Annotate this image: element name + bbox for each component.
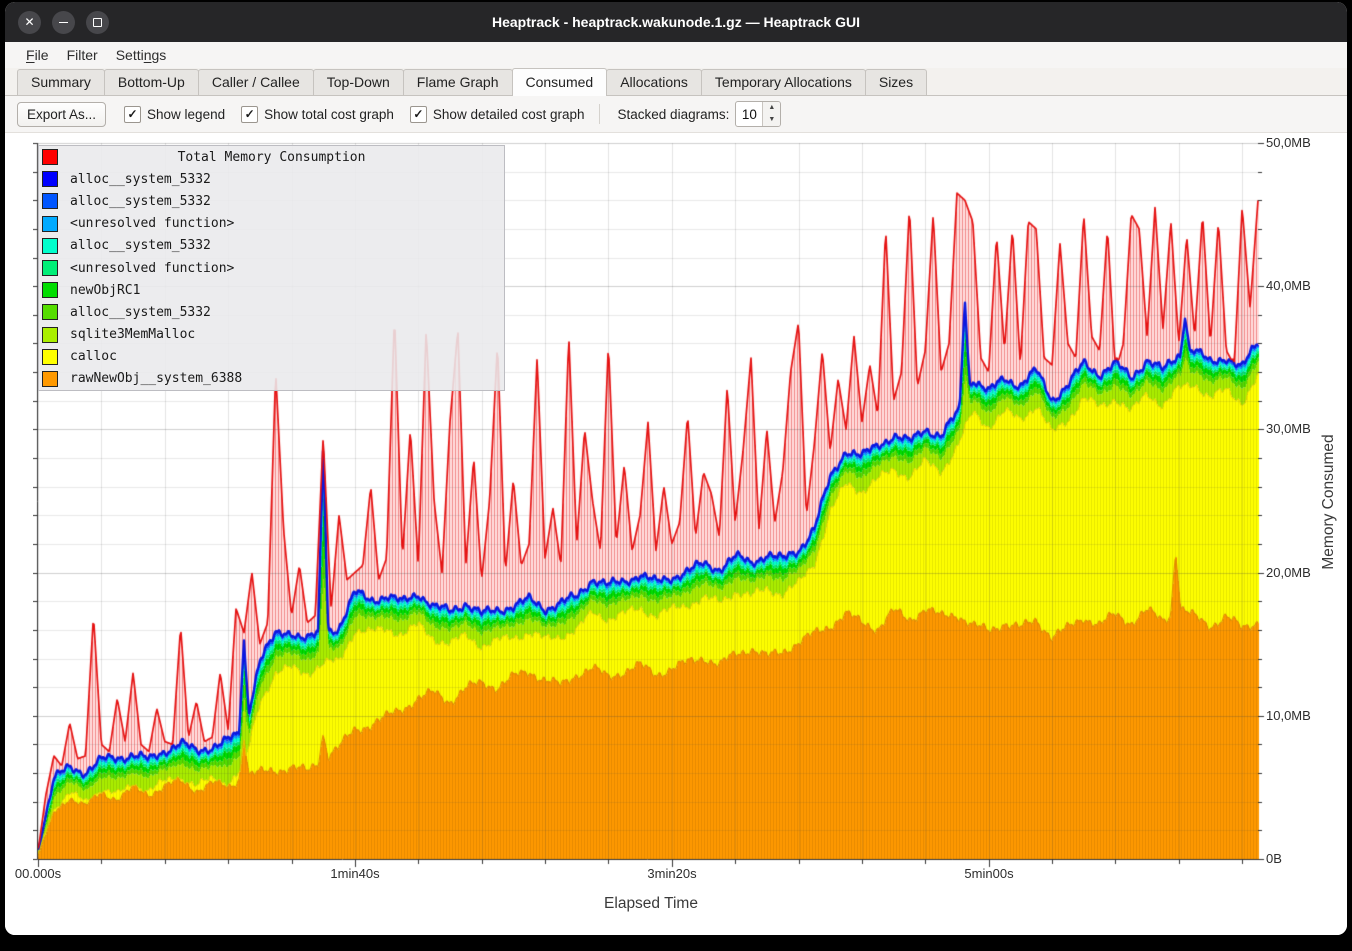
close-icon: ✕: [24, 15, 34, 29]
spin-down-icon[interactable]: ▼: [763, 114, 780, 126]
y-axis-tick-label: 40,0MB: [1266, 278, 1311, 293]
maximize-button[interactable]: [86, 11, 109, 34]
x-axis-tick-label: 1min40s: [330, 866, 379, 881]
y-axis-title: Memory Consumed: [1320, 434, 1338, 569]
title-bar[interactable]: ✕ Heaptrack - heaptrack.wakunode.1.gz — …: [5, 2, 1347, 42]
tab-caller-callee[interactable]: Caller / Callee: [198, 69, 314, 95]
show-detailed-cost-graph-checkbox[interactable]: ✓ Show detailed cost graph: [410, 106, 585, 123]
show-legend-checkbox[interactable]: ✓ Show legend: [124, 106, 225, 123]
screen: ✕ Heaptrack - heaptrack.wakunode.1.gz — …: [0, 0, 1352, 951]
legend-label: alloc__system_5332: [70, 305, 211, 320]
tab-top-down[interactable]: Top-Down: [313, 69, 404, 95]
toolbar: Export As... ✓ Show legend ✓ Show total …: [5, 96, 1347, 133]
legend-item: <unresolved function>: [39, 257, 504, 279]
checkbox-check-icon: ✓: [410, 106, 427, 123]
legend-label: sqlite3MemMalloc: [70, 327, 195, 342]
legend-label: <unresolved function>: [70, 261, 234, 276]
legend-swatch: [42, 282, 58, 298]
legend-item: <unresolved function>: [39, 213, 504, 235]
export-as-button[interactable]: Export As...: [17, 102, 106, 127]
legend-swatch: [42, 171, 58, 187]
legend-label: alloc__system_5332: [70, 194, 211, 209]
tab-summary[interactable]: Summary: [17, 69, 105, 95]
checkbox-check-icon: ✓: [241, 106, 258, 123]
legend-item: alloc__system_5332: [39, 235, 504, 257]
legend-title: Total Memory Consumption: [39, 150, 504, 165]
tab-flame-graph[interactable]: Flame Graph: [403, 69, 513, 95]
tab-allocations[interactable]: Allocations: [606, 69, 702, 95]
legend-item: alloc__system_5332: [39, 168, 504, 190]
tab-bar: Summary Bottom-Up Caller / Callee Top-Do…: [5, 68, 1347, 96]
tab-consumed[interactable]: Consumed: [512, 68, 608, 96]
legend-label: calloc: [70, 349, 117, 364]
legend-label: rawNewObj__system_6388: [70, 371, 242, 386]
y-axis-tick-label: 0B: [1266, 851, 1282, 866]
legend-swatch: [42, 216, 58, 232]
legend-item: sqlite3MemMalloc: [39, 324, 504, 346]
x-axis-title: Elapsed Time: [604, 895, 698, 913]
legend-item: rawNewObj__system_6388: [39, 368, 504, 390]
menu-filter[interactable]: Filter: [58, 44, 107, 66]
chart-legend: Total Memory Consumption alloc__system_5…: [38, 145, 505, 391]
legend-item: calloc: [39, 346, 504, 368]
legend-label: newObjRC1: [70, 283, 140, 298]
spinbox-arrows: ▲ ▼: [762, 102, 780, 126]
y-axis-tick-label: 30,0MB: [1266, 421, 1311, 436]
menu-settings[interactable]: Settings: [107, 44, 176, 66]
spinbox-value[interactable]: 10: [736, 102, 762, 126]
legend-item: newObjRC1: [39, 279, 504, 301]
spin-up-icon[interactable]: ▲: [763, 102, 780, 114]
toolbar-separator: [599, 104, 600, 124]
legend-swatch: [42, 371, 58, 387]
consumed-chart-panel: Total Memory Consumption alloc__system_5…: [5, 133, 1347, 935]
legend-swatch: [42, 327, 58, 343]
window-title: Heaptrack - heaptrack.wakunode.1.gz — He…: [5, 14, 1347, 30]
legend-item: alloc__system_5332: [39, 301, 504, 323]
legend-title-row: Total Memory Consumption: [39, 146, 504, 168]
tab-temporary-allocations[interactable]: Temporary Allocations: [701, 69, 866, 95]
y-axis-tick-label: 20,0MB: [1266, 565, 1311, 580]
x-axis-tick-label: 00.000s: [15, 866, 61, 881]
checkbox-label: Show legend: [147, 107, 225, 122]
legend-item: alloc__system_5332: [39, 190, 504, 212]
y-axis-tick-label: 10,0MB: [1266, 708, 1311, 723]
legend-swatch: [42, 238, 58, 254]
heaptrack-window: ✕ Heaptrack - heaptrack.wakunode.1.gz — …: [5, 2, 1347, 935]
legend-swatch: [42, 260, 58, 276]
legend-swatch: [42, 349, 58, 365]
window-buttons: ✕: [18, 2, 109, 42]
checkbox-label: Show total cost graph: [264, 107, 394, 122]
menu-file[interactable]: File: [17, 44, 58, 66]
stacked-diagrams-label: Stacked diagrams:: [618, 107, 730, 122]
tab-bottom-up[interactable]: Bottom-Up: [104, 69, 199, 95]
legend-swatch: [42, 304, 58, 320]
legend-swatch: [42, 193, 58, 209]
minimize-icon: [59, 22, 68, 23]
close-button[interactable]: ✕: [18, 11, 41, 34]
checkbox-label: Show detailed cost graph: [433, 107, 585, 122]
x-axis-tick-label: 3min20s: [647, 866, 696, 881]
minimize-button[interactable]: [52, 11, 75, 34]
y-axis-tick-label: 50,0MB: [1266, 135, 1311, 150]
legend-label: <unresolved function>: [70, 216, 234, 231]
maximize-icon: [93, 18, 102, 27]
stacked-diagrams-spinbox[interactable]: 10 ▲ ▼: [735, 101, 781, 127]
tab-sizes[interactable]: Sizes: [865, 69, 927, 95]
menu-bar: File Filter Settings: [5, 42, 1347, 68]
legend-label: alloc__system_5332: [70, 238, 211, 253]
x-axis-tick-label: 5min00s: [964, 866, 1013, 881]
legend-label: alloc__system_5332: [70, 172, 211, 187]
show-total-cost-graph-checkbox[interactable]: ✓ Show total cost graph: [241, 106, 394, 123]
checkbox-check-icon: ✓: [124, 106, 141, 123]
